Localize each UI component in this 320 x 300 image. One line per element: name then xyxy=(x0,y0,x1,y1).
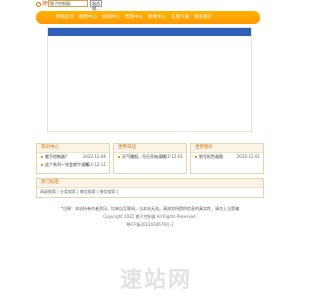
footer-copyright: Copyright 2022 搬子控制器 All Rights Reserved… xyxy=(103,214,197,219)
watermark-logo: 速站网 xyxy=(120,268,193,293)
banner-strip xyxy=(48,28,251,36)
panel-title: 世界图片 xyxy=(191,144,263,153)
list-item[interactable]: 搬子控制器? 2022-12-06 xyxy=(41,154,106,160)
list-item-date: 2022-12-01 xyxy=(159,154,183,159)
list-item-title[interactable]: 怒号形色画图 xyxy=(199,154,223,160)
search-input[interactable]: 搬子控制器: xyxy=(48,0,88,7)
panel-pictures: 世界图片 怒号形色画图 2022-12-01 xyxy=(190,143,264,174)
nav-item-news[interactable]: 新闻中心 xyxy=(148,14,166,21)
tag-links[interactable]: 高级搜索 | 分类搜索 | 微信搜索 | 微信搜索 | xyxy=(40,189,118,195)
nav-item-help[interactable]: 帮助中心 xyxy=(125,14,143,21)
list-item[interactable]: 这个系列一学会就不太难 2022-12-11 xyxy=(41,162,106,168)
search-button[interactable]: 站点搜... xyxy=(90,0,102,11)
search-icon xyxy=(36,2,41,7)
main-nav: 网站首页 图库中心 视频中心 帮助中心 新闻中心 在线下载 联系我们 xyxy=(36,11,260,24)
nav-item-download[interactable]: 在线下载 xyxy=(171,14,189,21)
list-item[interactable]: 天气播报，号召开始总结 2022-12-01 xyxy=(118,154,183,160)
tags-panel: 热门标签 高级搜索 | 分类搜索 | 微信搜索 | 微信搜索 | xyxy=(36,178,264,198)
list-item-date: 2022-12-06 xyxy=(82,154,106,159)
nav-item-contact[interactable]: 联系我们 xyxy=(194,14,212,21)
panel-title: 热门标签 xyxy=(37,179,263,188)
list-item-date: 2022-12-01 xyxy=(236,154,260,159)
bullet-icon xyxy=(41,164,43,166)
nav-item-video[interactable]: 视频中心 xyxy=(102,14,120,21)
panel-diary: 世界日记 天气播报，号召开始总结 2022-12-01 xyxy=(113,143,187,174)
list-item-title[interactable]: 搬子控制器? xyxy=(45,154,67,160)
panel-title: 资讯中心 xyxy=(37,144,109,153)
panel-title: 世界日记 xyxy=(114,144,186,153)
panel-news: 资讯中心 搬子控制器? 2022-12-06 这个系列一学会就不太难 2022-… xyxy=(36,143,110,174)
bullet-icon xyxy=(195,156,197,158)
banner-image[interactable] xyxy=(47,27,252,132)
footer-notice: *注释：本站所有作者资讯，均来自互联网，与本站无关。请浏览所提供信息的真实性，请… xyxy=(61,206,239,211)
bullet-icon xyxy=(118,156,120,158)
footer-icp-link[interactable]: 粤ICP备2022034678号-1 xyxy=(0,222,300,228)
bullet-icon xyxy=(41,156,43,158)
list-item-date: 2022-12-11 xyxy=(82,162,106,167)
nav-item-home[interactable]: 网站首页 xyxy=(56,14,74,21)
nav-item-gallery[interactable]: 图库中心 xyxy=(79,14,97,21)
list-item[interactable]: 怒号形色画图 2022-12-01 xyxy=(195,154,260,160)
